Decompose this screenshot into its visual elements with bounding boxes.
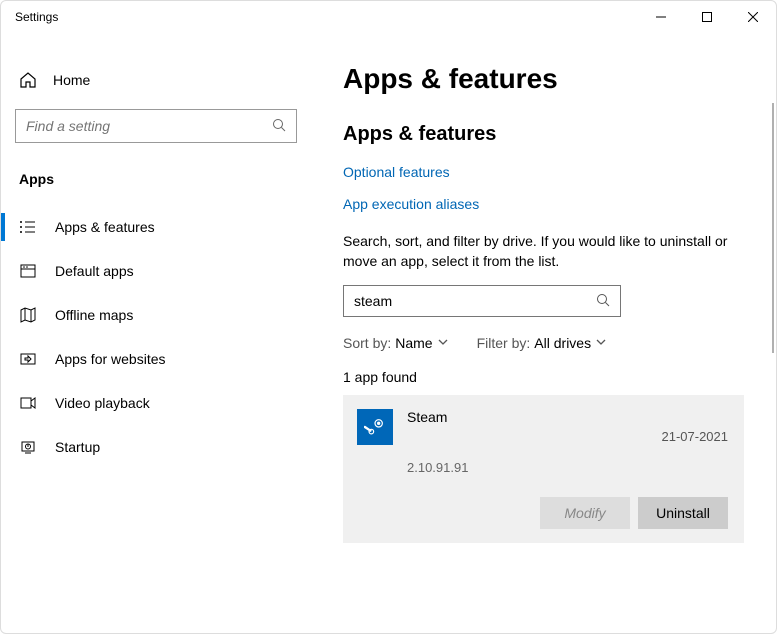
nav-offline-maps[interactable]: Offline maps xyxy=(1,293,311,337)
filter-label: Filter by: xyxy=(477,335,531,351)
settings-search-input[interactable] xyxy=(26,118,272,134)
app-date: 21-07-2021 xyxy=(662,429,729,444)
share-icon xyxy=(19,350,37,368)
search-icon xyxy=(596,293,610,310)
nav-label: Video playback xyxy=(55,395,150,411)
app-search[interactable] xyxy=(343,285,621,317)
home-icon xyxy=(19,71,37,89)
titlebar: Settings xyxy=(1,1,776,33)
app-name: Steam xyxy=(407,409,447,425)
section-title: Apps & features xyxy=(343,123,744,146)
nav-label: Apps for websites xyxy=(55,351,166,367)
section-label: Apps xyxy=(1,161,311,197)
filter-value: All drives xyxy=(534,335,591,351)
home-link[interactable]: Home xyxy=(1,63,311,97)
startup-icon xyxy=(19,438,37,456)
instruction-text: Search, sort, and filter by drive. If yo… xyxy=(343,232,733,271)
sort-by[interactable]: Sort by: Name xyxy=(343,335,449,351)
nav-apps-websites[interactable]: Apps for websites xyxy=(1,337,311,381)
nav-list: Apps & features Default apps Offline map… xyxy=(1,205,311,469)
modify-button: Modify xyxy=(540,497,630,529)
window-title: Settings xyxy=(15,10,58,24)
settings-search[interactable] xyxy=(15,109,297,143)
main-panel: Apps & features Apps & features Optional… xyxy=(311,33,776,633)
home-label: Home xyxy=(53,72,90,88)
filter-by[interactable]: Filter by: All drives xyxy=(477,335,607,351)
search-icon xyxy=(272,118,286,135)
nav-label: Apps & features xyxy=(55,219,155,235)
minimize-button[interactable] xyxy=(638,1,684,33)
optional-features-link[interactable]: Optional features xyxy=(343,164,744,180)
chevron-down-icon xyxy=(595,335,607,351)
list-icon xyxy=(19,218,37,236)
maximize-button[interactable] xyxy=(684,1,730,33)
app-version: 2.10.91.91 xyxy=(407,460,728,475)
app-card[interactable]: Steam 21-07-2021 2.10.91.91 Modify Unins… xyxy=(343,395,744,543)
nav-default-apps[interactable]: Default apps xyxy=(1,249,311,293)
sidebar: Home Apps Apps & features Default apps xyxy=(1,33,311,633)
result-count: 1 app found xyxy=(343,369,744,385)
nav-label: Default apps xyxy=(55,263,134,279)
sort-label: Sort by: xyxy=(343,335,391,351)
sort-value: Name xyxy=(395,335,432,351)
nav-startup[interactable]: Startup xyxy=(1,425,311,469)
video-icon xyxy=(19,394,37,412)
nav-video-playback[interactable]: Video playback xyxy=(1,381,311,425)
steam-icon xyxy=(357,409,393,445)
nav-label: Startup xyxy=(55,439,100,455)
close-button[interactable] xyxy=(730,1,776,33)
app-search-input[interactable] xyxy=(354,293,596,309)
default-icon xyxy=(19,262,37,280)
nav-apps-features[interactable]: Apps & features xyxy=(1,205,311,249)
scrollbar[interactable] xyxy=(772,103,774,353)
chevron-down-icon xyxy=(437,335,449,351)
uninstall-button[interactable]: Uninstall xyxy=(638,497,728,529)
map-icon xyxy=(19,306,37,324)
nav-label: Offline maps xyxy=(55,307,133,323)
app-execution-aliases-link[interactable]: App execution aliases xyxy=(343,196,744,212)
page-title: Apps & features xyxy=(343,63,744,95)
window-controls xyxy=(638,1,776,33)
